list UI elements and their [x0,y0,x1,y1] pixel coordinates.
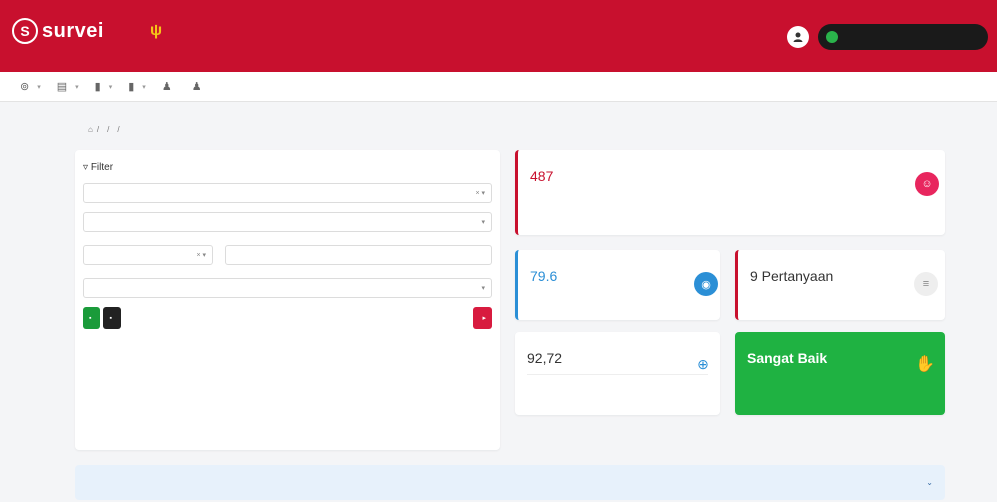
arrow-right-icon: ▸ [482,315,486,322]
target-icon: ⊕ [697,355,709,372]
cost-card: 79.6 ◉ [515,250,720,320]
app-name: survei [42,19,104,42]
service-select[interactable]: ▾ [83,212,492,232]
nav-item-dashboard[interactable]: ⊚ ▾ [20,80,41,93]
export-icon: ▪ [89,314,92,322]
score-value: 92,72 [527,350,563,366]
filter-actions: ▪ ▪ ▸ [83,307,492,329]
chevron-down-icon: × ▾ [196,252,206,259]
questions-value: 9 Pertanyaan [750,268,834,284]
score-card: 92,72 ⊕ [515,332,720,415]
chevron-down-icon: ▾ [108,83,113,91]
home-icon[interactable]: ⌂ [88,125,93,134]
chevron-down-icon: ▾ [481,219,485,226]
partner-logo: ψ [150,22,166,40]
app-logo[interactable]: S survei [12,18,108,44]
unit-status-icon [826,31,838,43]
export-button[interactable]: ▪ [83,307,101,329]
user-icon: ♟ [161,81,172,93]
questions-card: 9 Pertanyaan ≡ [735,250,945,320]
master-data-icon: ▤ [56,81,68,93]
chevron-down-icon: × ▾ [475,190,485,197]
filter-icon: ▿ [83,162,91,173]
filter-title-text: Filter [90,162,114,173]
breadcrumb-separator: / [96,125,100,134]
top-header: S survei ψ [0,0,997,72]
quality-icon: ✋ [915,356,935,373]
respondent-icon: ☺ [915,172,939,196]
chevron-down-icon: ▾ [481,285,485,292]
nav-item-settings[interactable]: ▮ ▾ [128,80,146,93]
unit-selector[interactable] [818,24,988,50]
cost-icon: ◉ [694,272,718,296]
period-picker[interactable] [225,245,492,265]
report-icon: ▮ [94,81,101,93]
questions-icon: ≡ [914,272,938,296]
nav-item-user[interactable]: ♟ [162,80,176,93]
chevron-down-icon: ▾ [75,83,79,91]
year-period-row: × ▾ [83,241,492,274]
export-group: ▪ ▪ [83,307,121,329]
main-nav: ⊚ ▾ ▤ ▾ ▮ ▾ ▮ ▾ ♟ ♟ [0,72,997,102]
quality-card: Sangat Baik ✋ [735,332,945,415]
user-avatar-icon [793,32,803,42]
chevron-down-icon: ▾ [37,83,41,91]
partner-mark-icon: ψ [150,22,163,39]
dashboard-icon: ⊚ [20,81,30,93]
breadcrumb-separator: / [117,125,120,134]
score-divider [527,374,708,375]
info-accordion[interactable]: ⌄ [75,465,945,500]
chevron-down-icon: ⌄ [926,478,933,487]
breadcrumb: ⌂ / / / [88,125,124,134]
download-icon: ▪ [109,314,112,322]
filter-card: ▿ Filter × ▾ ▾ × ▾ ▾ ▪ ▪ ▸ [75,150,500,450]
quality-value: Sangat Baik [747,350,828,366]
nav-item-master-data[interactable]: ▤ ▾ [57,80,79,93]
respondent-value: 487 [530,168,554,184]
cost-value: 79.6 [530,268,558,284]
download-button[interactable]: ▪ [103,307,121,329]
user-icon: ♟ [191,81,202,93]
chevron-down-icon: ▾ [142,83,146,91]
year-select[interactable]: × ▾ [83,245,213,265]
logo-mark: S [12,18,38,44]
filter-title: ▿ Filter [83,162,492,173]
breadcrumb-separator: / [107,125,110,134]
settings-icon: ▮ [128,81,135,93]
nav-item-profile[interactable]: ♟ [192,80,206,93]
service-type-select[interactable]: ▾ [83,278,492,298]
respondent-card: 487 ☺ [515,150,945,235]
provider-select[interactable]: × ▾ [83,183,492,203]
nav-item-report[interactable]: ▮ ▾ [95,80,113,93]
avatar[interactable] [787,26,809,48]
process-button[interactable]: ▸ [473,307,492,329]
